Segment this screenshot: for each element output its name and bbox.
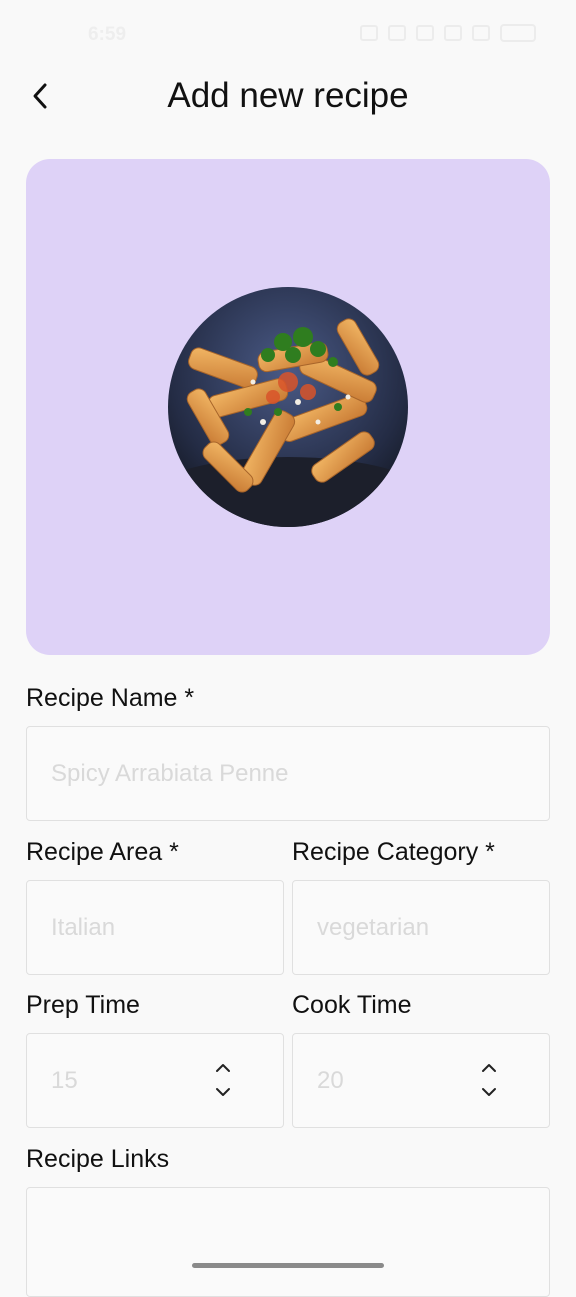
stepper-arrows-icon xyxy=(216,1064,230,1096)
prep-time-label: Prep Time xyxy=(26,991,140,1019)
cook-time-input[interactable] xyxy=(317,1034,503,1127)
recipe-category-field[interactable] xyxy=(292,880,550,975)
battery-icon xyxy=(500,24,536,42)
status-icons xyxy=(360,24,536,42)
recipe-name-field[interactable] xyxy=(26,726,550,821)
recipe-image-picker[interactable] xyxy=(26,159,550,655)
cook-time-label: Cook Time xyxy=(292,991,412,1019)
recipe-links-label: Recipe Links xyxy=(26,1145,170,1173)
alarm-icon xyxy=(360,25,378,41)
prep-time-field[interactable] xyxy=(26,1033,284,1128)
status-bar: 6:59 xyxy=(0,0,576,72)
signal-icon xyxy=(472,25,490,41)
recipe-area-input[interactable] xyxy=(51,881,237,974)
recipe-name-label: Recipe Name * xyxy=(26,684,195,712)
prep-time-input[interactable] xyxy=(51,1034,237,1127)
stepper-arrows-icon xyxy=(482,1064,496,1096)
recipe-area-field[interactable] xyxy=(26,880,284,975)
prep-time-stepper[interactable] xyxy=(213,1062,233,1102)
bluetooth-icon xyxy=(388,25,406,41)
status-time: 6:59 xyxy=(88,24,127,45)
wifi-icon xyxy=(444,25,462,41)
recipe-links-field[interactable] xyxy=(26,1187,550,1297)
home-indicator[interactable] xyxy=(192,1263,384,1268)
page-title: Add new recipe xyxy=(167,76,409,115)
recipe-name-input[interactable] xyxy=(51,727,503,820)
recipe-category-label: Recipe Category * xyxy=(292,838,495,866)
recipe-area-label: Recipe Area * xyxy=(26,838,179,866)
nfc-icon xyxy=(416,25,434,41)
penne-pasta-photo[interactable] xyxy=(168,287,408,527)
cook-time-field[interactable] xyxy=(292,1033,550,1128)
recipe-category-input[interactable] xyxy=(317,881,503,974)
cook-time-stepper[interactable] xyxy=(479,1062,499,1102)
